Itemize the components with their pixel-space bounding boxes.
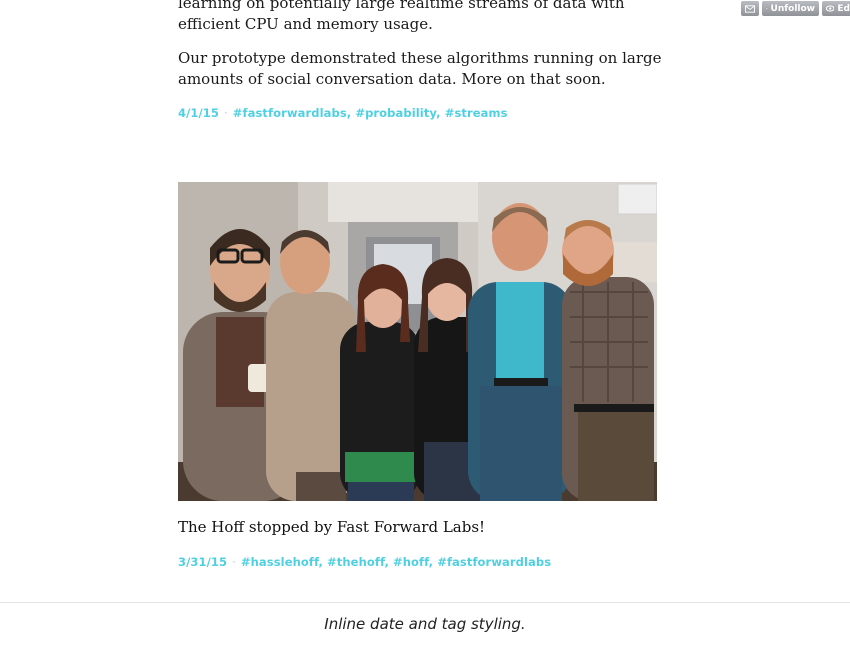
unfollow-button[interactable]: Unfollow bbox=[762, 1, 819, 16]
post-date-link[interactable]: 3/31/15 bbox=[178, 555, 227, 569]
post-paragraph: learning on potentially large realtime s… bbox=[178, 0, 625, 33]
post-meta: 4/1/15 · #fastforwardlabs, #probability, #… bbox=[178, 106, 508, 120]
tag-comma: , bbox=[436, 106, 445, 120]
blog-controls: Unfollow Ed bbox=[741, 1, 850, 16]
eye-icon bbox=[826, 5, 835, 12]
tag-comma: , bbox=[318, 555, 328, 569]
meta-separator: · bbox=[232, 555, 236, 569]
post-photo[interactable] bbox=[178, 182, 657, 501]
tag-comma: , bbox=[428, 555, 438, 569]
edit-button[interactable]: Ed bbox=[822, 1, 850, 16]
tag-link[interactable]: #fastforwardlabs bbox=[233, 106, 347, 120]
tag-link[interactable]: #hasslehoff bbox=[241, 555, 319, 569]
tag-link[interactable]: #streams bbox=[445, 106, 508, 120]
post-paragraph: Our prototype demonstrated these algorit… bbox=[178, 49, 662, 88]
meta-separator: · bbox=[224, 106, 228, 120]
tag-link[interactable]: #thehoff bbox=[327, 555, 384, 569]
minus-icon bbox=[766, 8, 768, 9]
tag-comma: , bbox=[384, 555, 394, 569]
tag-link[interactable]: #hoff bbox=[393, 555, 429, 569]
figure-caption: Inline date and tag styling. bbox=[324, 615, 526, 633]
group-photo-image bbox=[178, 182, 657, 501]
message-button[interactable] bbox=[741, 1, 759, 16]
mail-icon bbox=[745, 4, 755, 13]
tag-link[interactable]: #probability bbox=[355, 106, 436, 120]
tag-link[interactable]: #fastforwardlabs bbox=[437, 555, 551, 569]
post-date-link[interactable]: 4/1/15 bbox=[178, 106, 219, 120]
post-meta: 3/31/15 · #hasslehoff, #thehoff, #hoff, #f… bbox=[178, 555, 551, 569]
figure-divider bbox=[0, 602, 850, 603]
edit-label: Ed bbox=[837, 3, 850, 14]
unfollow-label: Unfollow bbox=[770, 3, 815, 14]
post-caption: The Hoff stopped by Fast Forward Labs! bbox=[178, 518, 486, 536]
